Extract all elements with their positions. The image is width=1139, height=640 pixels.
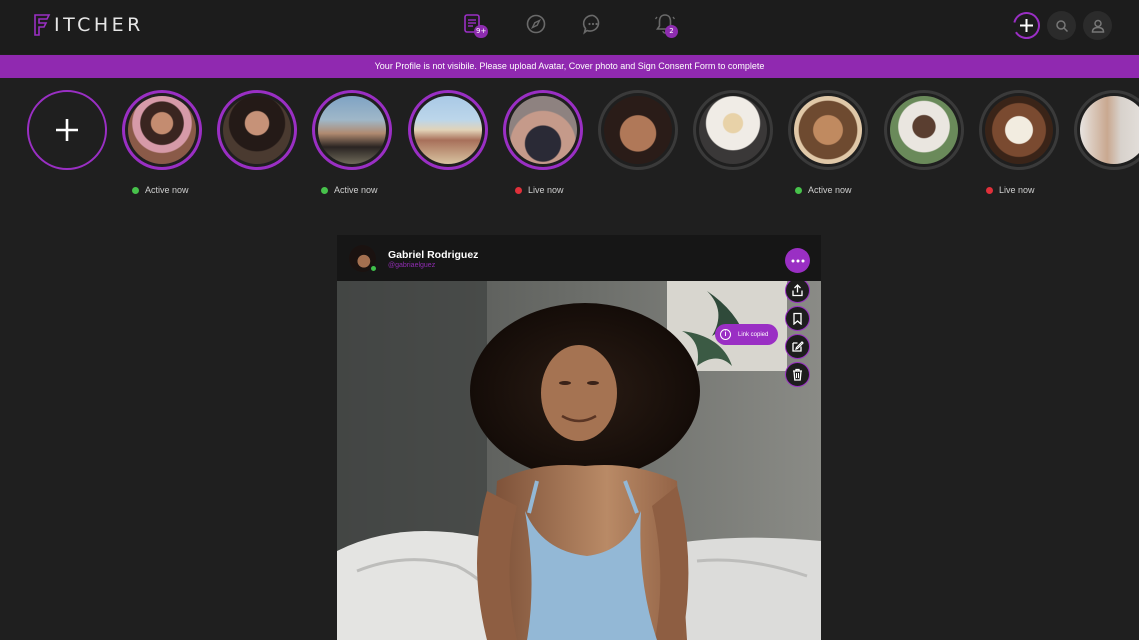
more-icon [791,259,804,262]
author-handle[interactable]: @gabriaelguez [388,262,435,269]
story-status: Live now [986,185,1035,195]
story-avatar [1080,96,1139,164]
notifications-badge: 2 [665,25,678,38]
story-item[interactable] [693,90,773,170]
story-avatar [794,96,862,164]
story-avatar [128,96,196,164]
feed-badge: 9+ [474,25,489,38]
story-avatar [509,96,577,164]
bookmark-button[interactable] [785,306,810,331]
link-copied-tooltip: i Link copied [715,324,778,345]
edit-icon [792,341,804,352]
stories-row: Active now Active now Live now Active no… [0,90,1139,205]
profile-warning-banner: Your Profile is not visibile. Please upl… [0,55,1139,78]
trash-icon [793,368,802,381]
bookmark-icon [793,312,802,325]
story-avatar [223,96,291,164]
story-item[interactable] [408,90,488,170]
top-bar: ITCHER 9+ 2 [0,0,1139,54]
bell-icon[interactable]: 2 [653,12,678,38]
active-status-dot [321,186,328,194]
edit-button[interactable] [785,334,810,359]
author-name[interactable]: Gabriel Rodriguez [388,249,478,261]
app-logo[interactable]: ITCHER [32,11,144,39]
create-post-button[interactable] [1012,11,1041,40]
live-status-dot [515,186,522,194]
live-status-dot [986,186,993,194]
story-item[interactable] [598,90,678,170]
story-item[interactable] [979,90,1059,170]
story-item[interactable] [122,90,202,170]
post-header: Gabriel Rodriguez @gabriaelguez [337,235,821,281]
story-avatar [604,96,672,164]
post-card: Gabriel Rodriguez @gabriaelguez i Link c… [337,235,821,640]
active-status-dot [132,186,139,194]
info-icon: i [720,329,731,340]
active-status-dot [795,186,802,194]
logo-mark [32,13,52,37]
user-icon [1091,19,1104,33]
search-icon [1055,19,1068,32]
story-item[interactable] [884,90,964,170]
explore-icon[interactable] [524,12,548,36]
story-avatar [414,96,482,164]
messages-icon[interactable] [581,12,605,36]
story-status: Live now [515,185,564,195]
online-status-dot [370,265,377,272]
search-button[interactable] [1047,11,1076,40]
story-status: Active now [795,185,852,195]
post-image[interactable]: i Link copied [337,281,821,640]
story-item[interactable] [1074,90,1139,170]
feed-icon[interactable]: 9+ [462,12,489,38]
story-avatar [318,96,386,164]
share-icon [792,284,803,297]
story-avatar [890,96,958,164]
plus-icon [56,119,78,141]
story-status: Active now [321,185,378,195]
story-avatar [985,96,1053,164]
add-story-button[interactable] [27,90,107,170]
more-options-button[interactable] [785,248,810,273]
logo-text: ITCHER [54,14,144,36]
profile-button[interactable] [1083,11,1112,40]
story-item[interactable] [217,90,297,170]
story-item[interactable] [788,90,868,170]
story-avatar [699,96,767,164]
story-item[interactable] [503,90,583,170]
story-status: Active now [132,185,189,195]
story-item[interactable] [312,90,392,170]
delete-button[interactable] [785,362,810,387]
